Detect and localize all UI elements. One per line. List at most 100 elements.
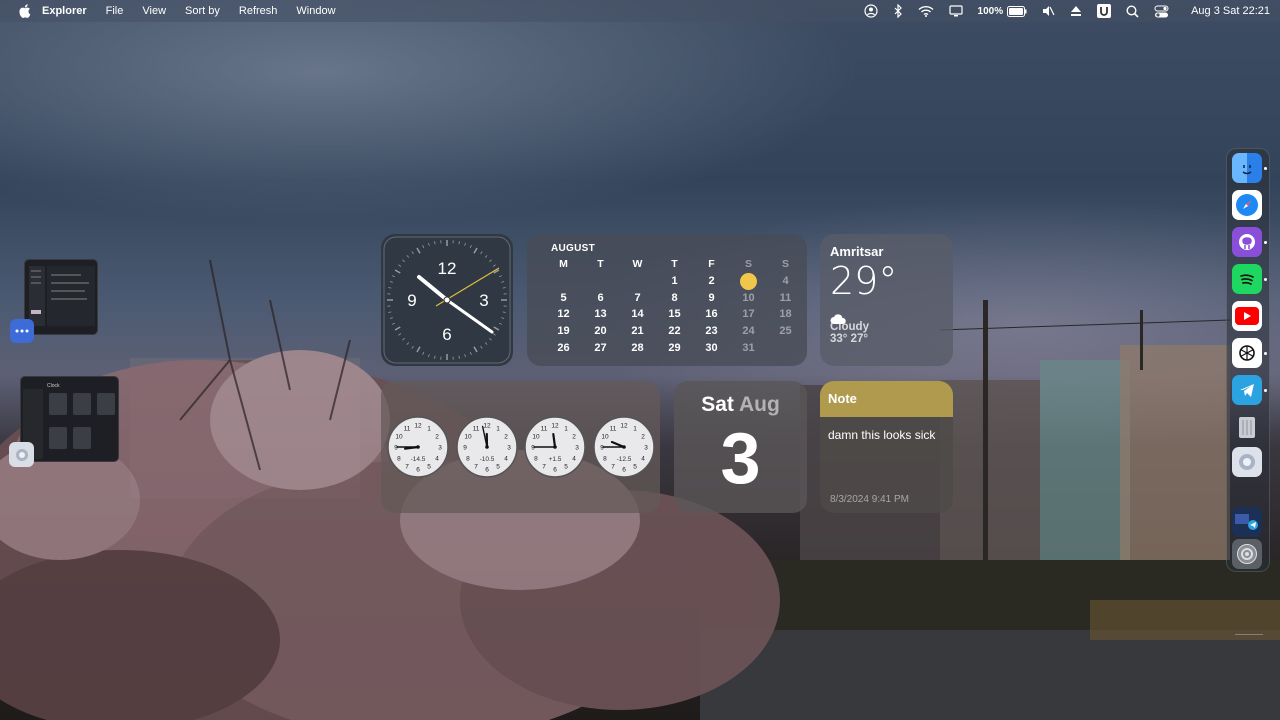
mail-icon[interactable] (1232, 507, 1262, 537)
clock-tick (493, 326, 500, 331)
clock-tick (422, 351, 425, 355)
calendar-day: 12 (557, 308, 570, 321)
calendar-day (582, 273, 619, 290)
weekday-label: M (559, 258, 568, 271)
calendar-day (545, 273, 582, 290)
world-clock-numeral: 5 (633, 464, 637, 471)
system-icon[interactable] (1232, 447, 1262, 477)
system-preferences-small-icon[interactable] (9, 442, 34, 467)
clock-tick (406, 342, 410, 345)
world-clock-faces: 1234567891011 12-14.51234567891011 12-10.5… (387, 416, 655, 478)
app-name-menu[interactable]: Explorer (42, 5, 87, 17)
spotify-icon[interactable] (1232, 264, 1262, 294)
finder-icon[interactable] (1232, 153, 1262, 183)
battery-icon[interactable] (1007, 5, 1027, 17)
world-clock-numeral: 1 (633, 425, 637, 432)
world-clock-numeral: 6 (553, 467, 557, 474)
display-icon[interactable] (948, 5, 963, 17)
calendar-day: 11 (779, 291, 792, 304)
world-clock-numeral: 10 (601, 434, 609, 441)
weather-widget[interactable]: Amritsar 29° Cloudy 33° 27° (820, 234, 953, 366)
calendar-month: AUGUST (551, 243, 596, 254)
clock-tick (489, 337, 492, 341)
weather-city: Amritsar (830, 244, 884, 259)
date-widget[interactable]: Sat Aug 3 (674, 381, 807, 513)
calendar-day: 9 (708, 291, 715, 304)
clock-tick (392, 275, 396, 278)
clock-tick (469, 245, 472, 249)
numeral-9: 9 (407, 291, 416, 310)
calendar-day (767, 339, 804, 356)
analog-clock-widget[interactable]: 12 3 6 9 (381, 234, 513, 366)
user-icon[interactable] (863, 4, 878, 18)
date-day-number: 3 (720, 419, 761, 499)
date-month: Aug (738, 393, 780, 416)
telegram-icon[interactable] (1232, 375, 1262, 405)
menubar-clock[interactable]: Aug 3 Sat 22:21 (1191, 5, 1270, 17)
chatgpt-icon[interactable] (1232, 338, 1262, 368)
clock-tick (388, 311, 392, 313)
youtube-icon[interactable] (1232, 301, 1262, 331)
search-icon[interactable] (1126, 4, 1139, 18)
weekday-label: W (632, 258, 643, 271)
clock-tick (480, 251, 483, 255)
running-indicator (1264, 167, 1267, 170)
menu-view[interactable]: View (142, 5, 166, 17)
safari-icon[interactable] (1232, 190, 1262, 220)
calendar-day: 5 (560, 291, 567, 304)
clock-tick (422, 245, 425, 249)
clock-tick (394, 269, 401, 274)
clock-tick (492, 264, 496, 267)
world-clock-widget[interactable]: 1 2 3 4 5 6 7 8 9 10 11 12 -14.5 1 2 3 4 5 6 7 8 9 10 11 12 -10.5… (381, 381, 660, 513)
control-center-icon[interactable] (1154, 5, 1169, 18)
world-clock-numeral: 7 (474, 464, 478, 471)
weather-high-low: 33° 27° (830, 333, 868, 345)
note-timestamp: 8/3/2024 9:41 PM (830, 494, 909, 505)
u-icon[interactable] (1097, 4, 1112, 18)
world-clock-numeral: 7 (542, 464, 546, 471)
mute-icon[interactable] (1042, 5, 1055, 17)
wifi-icon[interactable] (918, 5, 934, 17)
clock-tick (473, 346, 478, 353)
eject-icon[interactable] (1070, 5, 1082, 17)
clock-tick (498, 322, 502, 325)
world-clock-numeral: 7 (611, 464, 615, 471)
world-clock-numeral: 6 (485, 467, 489, 474)
clock-tick (464, 354, 466, 358)
clock-window-thumbnail[interactable]: Clock (20, 376, 119, 462)
world-clock-numeral: 8 (466, 456, 470, 463)
world-clock-numeral: 2 (504, 434, 508, 441)
calendar-widget[interactable]: AUGUST M T W T F S S 1 2 3 4 5 6 7 8 9 1… (527, 234, 807, 366)
trash-icon[interactable] (1232, 411, 1262, 441)
menu-sort-by[interactable]: Sort by (185, 5, 220, 17)
dock (1226, 148, 1270, 635)
clock-tick (458, 355, 460, 359)
world-clock-numeral: 5 (427, 464, 431, 471)
calendar-day: 30 (705, 341, 718, 354)
calendar-day: 23 (705, 325, 718, 338)
calendar-day: 25 (779, 325, 792, 338)
clock-tick (411, 345, 414, 349)
calendar-day: 17 (742, 308, 755, 321)
settings-icon[interactable] (1232, 539, 1262, 569)
world-clock-numeral: 11 (610, 425, 617, 432)
bluetooth-icon[interactable] (893, 4, 903, 18)
clock-tick (411, 251, 414, 255)
apple-icon[interactable] (18, 4, 32, 18)
menu-window[interactable]: Window (296, 5, 335, 17)
clock-tick (434, 241, 436, 245)
world-clock-numeral: 9 (531, 445, 535, 452)
menu-file[interactable]: File (106, 5, 124, 17)
running-indicator (1264, 352, 1267, 355)
world-clock-numeral: 2 (572, 434, 576, 441)
calendar-grid: M T W T F S S 1 2 3 4 5 6 7 8 9 10 11 12 (545, 256, 804, 356)
clock-tick (502, 287, 506, 289)
menu-refresh[interactable]: Refresh (239, 5, 278, 17)
world-clock-numeral: 4 (435, 456, 439, 463)
desktop-window-thumbnail[interactable] (24, 259, 98, 335)
note-widget[interactable]: Note damn this looks sick 8/3/2024 9:41 … (820, 381, 953, 513)
clock-face: 12 3 6 9 (383, 236, 511, 364)
world-clock-offset: -12.5 (617, 456, 632, 463)
finder-small-icon[interactable] (10, 319, 34, 343)
github-icon[interactable] (1232, 227, 1262, 257)
